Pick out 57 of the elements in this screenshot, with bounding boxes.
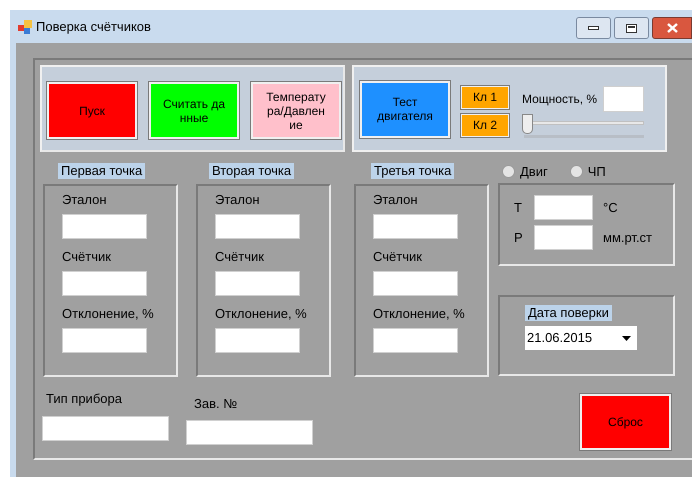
minimize-button[interactable] [576, 17, 611, 39]
text-field[interactable] [373, 214, 458, 239]
condition-field[interactable] [534, 195, 593, 220]
text-field[interactable] [62, 271, 147, 296]
action-button[interactable]: Считать данные [148, 81, 240, 140]
text-field[interactable] [215, 271, 300, 296]
serial-number-field[interactable] [186, 420, 313, 444]
radio-label: ЧП [588, 162, 606, 181]
field-label: Отклонение, % [62, 306, 155, 322]
field-label: Эталон [62, 192, 108, 208]
power-field[interactable] [603, 86, 644, 112]
app-icon [18, 20, 32, 34]
valve-button[interactable]: Кл 2 [460, 112, 510, 138]
text-field[interactable] [215, 214, 300, 239]
close-button[interactable] [652, 17, 692, 39]
dropdown-arrow-icon [622, 336, 631, 340]
engine-test-button[interactable]: Тест двигателя [359, 80, 451, 138]
maximize-icon [626, 24, 637, 32]
group-title: Третья точка [371, 163, 454, 179]
unit-label: мм.рт.ст [603, 228, 652, 247]
radio-button[interactable] [502, 165, 515, 178]
device-type-label: Тип прибора [46, 390, 123, 408]
condition-field[interactable] [534, 225, 593, 250]
group-title: Первая точка [58, 163, 146, 179]
slider-thumb[interactable] [522, 114, 533, 134]
field-label: Счётчик [373, 249, 423, 265]
condition-label: P [514, 228, 524, 247]
field-label: Отклонение, % [215, 306, 308, 322]
text-field[interactable] [373, 328, 458, 353]
radio-label: Двиг [520, 162, 548, 181]
group-title: Вторая точка [209, 163, 294, 179]
window-title: Поверка счётчиков [36, 18, 151, 36]
text-field[interactable] [62, 328, 147, 353]
text-field[interactable] [373, 271, 458, 296]
field-label: Отклонение, % [373, 306, 466, 322]
text-field[interactable] [62, 214, 147, 239]
field-label: Эталон [373, 192, 419, 208]
reset-button[interactable]: Сброс [579, 393, 672, 451]
date-picker[interactable]: 21.06.2015 [525, 326, 637, 350]
action-button[interactable]: Пуск [46, 81, 138, 140]
field-label: Счётчик [62, 249, 112, 265]
maximize-button[interactable] [614, 17, 649, 39]
device-type-field[interactable] [42, 416, 169, 440]
power-label: Мощность, % [522, 91, 598, 108]
field-label: Счётчик [215, 249, 265, 265]
action-button[interactable]: Температура/Давление [250, 81, 342, 140]
condition-label: T [514, 198, 523, 217]
minimize-icon [588, 26, 599, 30]
unit-label: °C [603, 198, 618, 217]
group-title: Дата поверки [525, 305, 612, 321]
field-label: Эталон [215, 192, 261, 208]
date-value: 21.06.2015 [527, 329, 592, 348]
text-field[interactable] [215, 328, 300, 353]
radio-button[interactable] [570, 165, 583, 178]
close-icon [666, 23, 678, 33]
valve-button[interactable]: Кл 1 [460, 84, 510, 110]
serial-number-label: Зав. № [194, 395, 238, 413]
